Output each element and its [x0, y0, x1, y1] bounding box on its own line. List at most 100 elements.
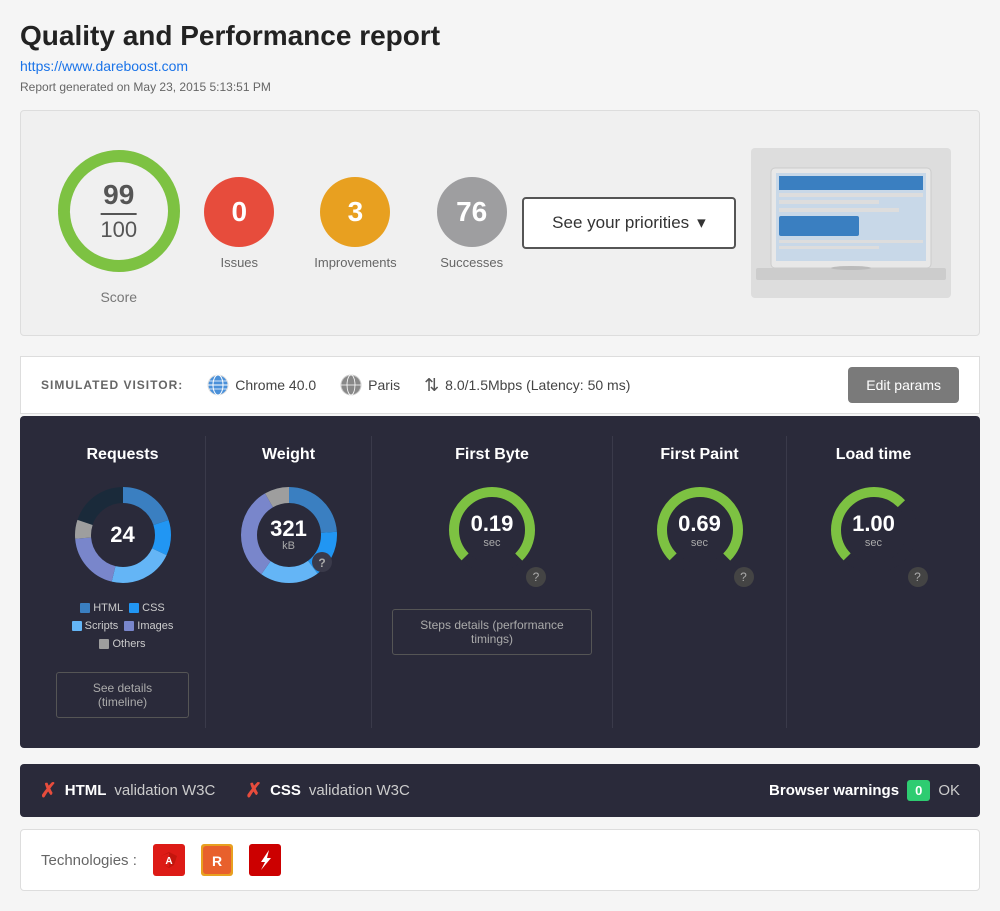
css-label: CSS	[142, 602, 165, 614]
tech-label: Technologies :	[41, 852, 137, 869]
first-paint-section: First Paint 0.69 sec ?	[613, 436, 787, 728]
css-validation: ✗ CSS validation W3C	[245, 778, 410, 803]
location-item: Paris	[340, 374, 400, 396]
first-byte-unit: sec	[471, 537, 514, 549]
score-donut: 99 100	[49, 141, 189, 281]
weight-unit: kB	[270, 540, 307, 552]
angular-icon: A	[153, 844, 185, 876]
report-title: Quality and Performance report	[20, 20, 980, 52]
improvements-value: 3	[348, 196, 364, 228]
speed-value: 8.0/1.5Mbps (Latency: 50 ms)	[445, 377, 630, 393]
scripts-label: Scripts	[85, 620, 119, 632]
legend-html: HTML	[80, 602, 123, 614]
priorities-btn-label: See your priorities	[552, 213, 689, 233]
load-time-value: 1.00	[852, 511, 895, 536]
metrics-grid: Requests	[40, 436, 960, 728]
first-byte-title: First Byte	[455, 446, 529, 464]
requests-legend: HTML CSS Scripts Images	[56, 602, 189, 650]
improvements-stat: 3 Improvements	[314, 177, 396, 270]
requests-donut: 24	[56, 480, 189, 590]
load-time-help-icon[interactable]: ?	[908, 567, 928, 587]
score-numerator: 99	[100, 181, 137, 209]
validation-bar: ✗ HTML validation W3C ✗ CSS validation W…	[20, 764, 980, 817]
speed-item: ⇅ 8.0/1.5Mbps (Latency: 50 ms)	[424, 375, 630, 396]
successes-stat: 76 Successes	[437, 177, 507, 270]
successes-circle: 76	[437, 177, 507, 247]
html-validation: ✗ HTML validation W3C	[40, 778, 215, 803]
technologies-bar: Technologies : A R	[20, 829, 980, 891]
legend-css: CSS	[129, 602, 165, 614]
load-time-unit: sec	[852, 537, 895, 549]
successes-value: 76	[456, 196, 487, 228]
requests-section: Requests	[40, 436, 206, 728]
ok-text: OK	[938, 782, 960, 799]
flash-icon	[249, 844, 281, 876]
rally-icon: R	[201, 844, 233, 876]
html-dot	[80, 603, 90, 613]
scripts-dot	[72, 621, 82, 631]
svg-text:?: ?	[318, 556, 325, 570]
load-time-title: Load time	[836, 446, 912, 464]
browser-icon	[207, 374, 229, 396]
weight-value: 321	[270, 518, 307, 540]
stats-group: 0 Issues 3 Improvements 76 Successes	[204, 177, 506, 270]
legend-others: Others	[99, 638, 145, 650]
browser-warnings-count: 0	[907, 780, 930, 801]
speed-icon: ⇅	[424, 375, 439, 396]
improvements-label: Improvements	[314, 255, 396, 270]
details-timeline-button[interactable]: See details (timeline)	[56, 672, 189, 718]
load-time-section: Load time 1.00 sec ?	[787, 436, 960, 728]
weight-donut: ? 321 kB	[222, 480, 355, 590]
others-dot	[99, 639, 109, 649]
score-panel: 99 100 Score 0 Issues 3 Improvements	[20, 110, 980, 336]
score-donut-container: 99 100 Score	[49, 141, 189, 305]
first-byte-help-icon[interactable]: ?	[526, 567, 546, 587]
weight-section: Weight ?	[206, 436, 372, 728]
edit-params-button[interactable]: Edit params	[848, 367, 959, 403]
requests-title: Requests	[56, 446, 189, 464]
improvements-circle: 3	[320, 177, 390, 247]
visitor-bar: SIMULATED VISITOR: Chrome 40.0	[20, 356, 980, 414]
html-label: HTML	[93, 602, 123, 614]
score-text: 99 100	[100, 181, 137, 241]
css-error-icon: ✗	[245, 778, 262, 803]
successes-label: Successes	[440, 255, 503, 270]
browser-name: Chrome 40.0	[235, 377, 316, 393]
chevron-down-icon: ▾	[697, 213, 706, 233]
issues-circle: 0	[204, 177, 274, 247]
browser-warnings-label: Browser warnings	[769, 782, 899, 799]
images-label: Images	[137, 620, 173, 632]
report-url[interactable]: https://www.dareboost.com	[20, 58, 980, 74]
priorities-button[interactable]: See your priorities ▾	[522, 197, 736, 249]
first-byte-value: 0.19	[471, 511, 514, 536]
html-bold: HTML	[65, 782, 107, 799]
legend-images: Images	[124, 620, 173, 632]
svg-text:R: R	[212, 853, 222, 869]
report-date: Report generated on May 23, 2015 5:13:51…	[20, 80, 271, 94]
steps-details-button[interactable]: Steps details (performance timings)	[392, 609, 592, 655]
css-validation-text: validation W3C	[309, 782, 410, 799]
issues-stat: 0 Issues	[204, 177, 274, 270]
weight-value-text: 321 kB	[270, 518, 307, 552]
issues-label: Issues	[220, 255, 258, 270]
visitor-label: SIMULATED VISITOR:	[41, 378, 183, 392]
issues-value: 0	[231, 196, 247, 228]
browser-item: Chrome 40.0	[207, 374, 316, 396]
requests-value: 24	[110, 524, 134, 546]
html-validation-text: validation W3C	[114, 782, 215, 799]
score-label: Score	[100, 289, 137, 305]
weight-title: Weight	[222, 446, 355, 464]
images-dot	[124, 621, 134, 631]
svg-text:A: A	[165, 856, 172, 867]
first-byte-section: First Byte 0.19 sec ? Steps details (per…	[372, 436, 613, 728]
metrics-panel: Requests	[20, 416, 980, 748]
requests-donut-chart: 24	[68, 480, 178, 590]
first-paint-help-icon[interactable]: ?	[734, 567, 754, 587]
first-paint-title: First Paint	[660, 446, 738, 464]
weight-donut-chart: ? 321 kB	[234, 480, 344, 590]
browser-warnings: Browser warnings 0 OK	[769, 780, 960, 801]
css-dot	[129, 603, 139, 613]
page-wrapper: Quality and Performance report https://w…	[0, 0, 1000, 911]
others-label: Others	[112, 638, 145, 650]
globe-icon	[340, 374, 362, 396]
